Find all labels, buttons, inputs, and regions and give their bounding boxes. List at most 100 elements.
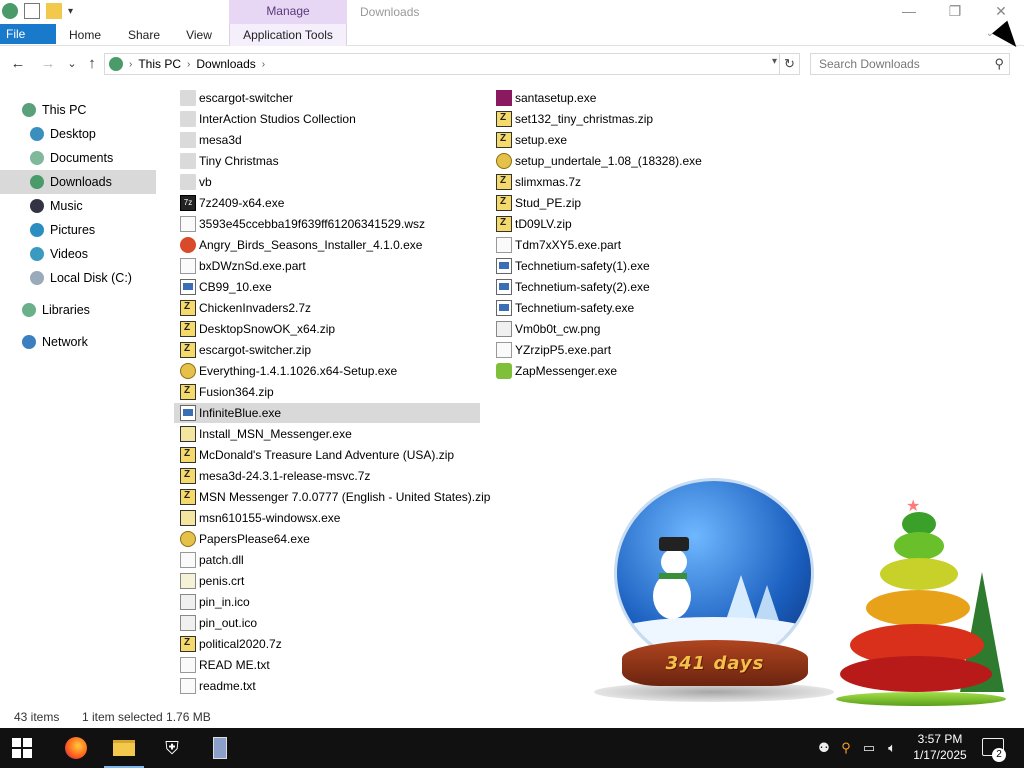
file-item[interactable]: Fusion364.zip <box>174 382 480 402</box>
tree-base <box>836 692 1006 706</box>
breadcrumb-separator-icon: › <box>129 58 133 70</box>
forward-button[interactable]: → <box>38 54 58 74</box>
file-item[interactable]: InfiniteBlue.exe <box>174 403 480 423</box>
refresh-button[interactable]: ↻ <box>779 54 799 74</box>
file-item[interactable]: McDonald's Treasure Land Adventure (USA)… <box>174 445 480 465</box>
volume-icon[interactable]: 🔈︎ <box>880 740 904 756</box>
file-item[interactable]: READ ME.txt <box>174 655 480 675</box>
sidebar-item-downloads[interactable]: Downloads <box>0 170 156 194</box>
address-dropdown-icon[interactable]: ▾ <box>772 56 777 67</box>
file-item[interactable]: setup.exe <box>490 130 720 150</box>
file-item[interactable]: Angry_Birds_Seasons_Installer_4.1.0.exe <box>174 235 480 255</box>
security-icon[interactable]: ⛨ <box>148 728 196 768</box>
sidebar-item-pictures[interactable]: Pictures <box>30 218 95 242</box>
tab-file[interactable]: File <box>0 24 56 44</box>
app-icon[interactable] <box>2 3 18 19</box>
tab-home[interactable]: Home <box>60 24 110 46</box>
file-item[interactable]: Technetium-safety(1).exe <box>490 256 720 276</box>
file-name: penis.crt <box>199 574 245 588</box>
installer-icon[interactable] <box>196 728 244 768</box>
file-item[interactable]: ChickenInvaders2.7z <box>174 298 480 318</box>
recent-locations-button[interactable]: ⌄ <box>62 54 82 74</box>
folder-item[interactable]: escargot-switcher <box>174 88 480 108</box>
file-item[interactable]: pin_in.ico <box>174 592 480 612</box>
sidebar-item-music[interactable]: Music <box>30 194 83 218</box>
people-icon[interactable]: ⚉ <box>814 740 834 756</box>
file-item[interactable]: ZapMessenger.exe <box>490 361 720 381</box>
folder-item[interactable]: Tiny Christmas <box>174 151 480 171</box>
file-name: Everything-1.4.1.1026.x64-Setup.exe <box>199 364 398 378</box>
tab-application-tools[interactable]: Application Tools <box>229 24 347 46</box>
file-item[interactable]: Technetium-safety(2).exe <box>490 277 720 297</box>
maximize-button[interactable]: ❐ <box>932 0 978 24</box>
file-item[interactable]: PapersPlease64.exe <box>174 529 480 549</box>
sidebar-item-local-disk[interactable]: Local Disk (C:) <box>30 266 132 290</box>
file-item[interactable]: Everything-1.4.1.1026.x64-Setup.exe <box>174 361 480 381</box>
breadcrumb-downloads[interactable]: Downloads <box>196 57 255 71</box>
file-item[interactable]: readme.txt <box>174 676 480 696</box>
file-item[interactable]: bxDWznSd.exe.part <box>174 256 480 276</box>
manage-context-tab[interactable]: Manage <box>229 0 347 24</box>
minimize-button[interactable]: — <box>886 0 932 24</box>
sidebar-item-desktop[interactable]: Desktop <box>30 122 96 146</box>
folder-item[interactable]: InterAction Studios Collection <box>174 109 480 129</box>
system-tray: ⚉ ⚲ ▭ 🔈︎ <box>814 728 904 768</box>
file-item[interactable]: patch.dll <box>174 550 480 570</box>
img-icon <box>496 321 512 337</box>
address-bar[interactable]: › This PC › Downloads › ▾ ↻ <box>104 53 800 75</box>
up-button[interactable]: ↑ <box>82 54 102 74</box>
christmas-tree-widget[interactable]: ★ <box>836 496 1006 712</box>
file-name: Fusion364.zip <box>199 385 274 399</box>
network-tray-icon[interactable]: ▭ <box>858 740 880 756</box>
sidebar-item-this-pc[interactable]: This PC <box>22 98 86 122</box>
file-item[interactable]: Technetium-safety.exe <box>490 298 720 318</box>
qat-dropdown-icon[interactable]: ▾ <box>68 6 73 17</box>
breadcrumb-separator-icon: › <box>261 58 266 70</box>
snow-globe-widget[interactable]: 341 days <box>594 474 834 714</box>
file-item[interactable]: DesktopSnowOK_x64.zip <box>174 319 480 339</box>
sidebar-item-documents[interactable]: Documents <box>30 146 113 170</box>
file-item[interactable]: political2020.7z <box>174 634 480 654</box>
folder-item[interactable]: vb <box>174 172 480 192</box>
search-everything-icon[interactable]: ⚲ <box>834 740 858 756</box>
file-item[interactable]: mesa3d-24.3.1-release-msvc.7z <box>174 466 480 486</box>
file-item[interactable]: MSN Messenger 7.0.0777 (English - United… <box>174 487 490 507</box>
file-item[interactable]: Vm0b0t_cw.png <box>490 319 720 339</box>
breadcrumb-this-pc[interactable]: This PC <box>138 57 181 71</box>
file-item[interactable]: setup_undertale_1.08_(18328).exe <box>490 151 720 171</box>
sidebar-item-videos[interactable]: Videos <box>30 242 88 266</box>
file-item[interactable]: CB99_10.exe <box>174 277 480 297</box>
start-button[interactable] <box>12 738 32 758</box>
file-name: pin_out.ico <box>199 616 258 630</box>
firefox-icon[interactable] <box>52 728 100 768</box>
clock[interactable]: 3:57 PM 1/17/2025 <box>904 731 976 763</box>
file-name: escargot-switcher.zip <box>199 343 312 357</box>
file-item[interactable]: YZrzipP5.exe.part <box>490 340 720 360</box>
file-item[interactable]: penis.crt <box>174 571 480 591</box>
search-input[interactable]: Search Downloads ⚲ <box>810 53 1010 75</box>
close-button[interactable]: ✕ <box>978 0 1024 24</box>
file-item[interactable]: set132_tiny_christmas.zip <box>490 109 720 129</box>
sidebar-item-network[interactable]: Network <box>22 330 88 354</box>
file-item[interactable]: msn610155-windowsx.exe <box>174 508 480 528</box>
file-item[interactable]: tD09LV.zip <box>490 214 720 234</box>
tab-share[interactable]: Share <box>120 24 168 46</box>
folder-item[interactable]: mesa3d <box>174 130 480 150</box>
properties-icon[interactable] <box>24 3 40 19</box>
file-item[interactable]: 3593e45ccebba19f639ff61206341529.wsz <box>174 214 480 234</box>
back-button[interactable]: ← <box>8 54 28 74</box>
file-item[interactable]: pin_out.ico <box>174 613 480 633</box>
file-item[interactable]: escargot-switcher.zip <box>174 340 480 360</box>
file-item[interactable]: 7z 7z2409-x64.exe <box>174 193 480 213</box>
file-item[interactable]: Stud_PE.zip <box>490 193 720 213</box>
file-item[interactable]: santasetup.exe <box>490 88 720 108</box>
tab-view[interactable]: View <box>176 24 222 46</box>
sidebar-item-libraries[interactable]: Libraries <box>22 298 90 322</box>
file-item[interactable]: Install_MSN_Messenger.exe <box>174 424 480 444</box>
search-icon[interactable]: ⚲ <box>994 54 1004 74</box>
new-folder-icon[interactable] <box>46 3 62 19</box>
file-explorer-icon[interactable] <box>100 728 148 768</box>
file-item[interactable]: Tdm7xXY5.exe.part <box>490 235 720 255</box>
file-item[interactable]: slimxmas.7z <box>490 172 720 192</box>
file-name: political2020.7z <box>199 637 282 651</box>
